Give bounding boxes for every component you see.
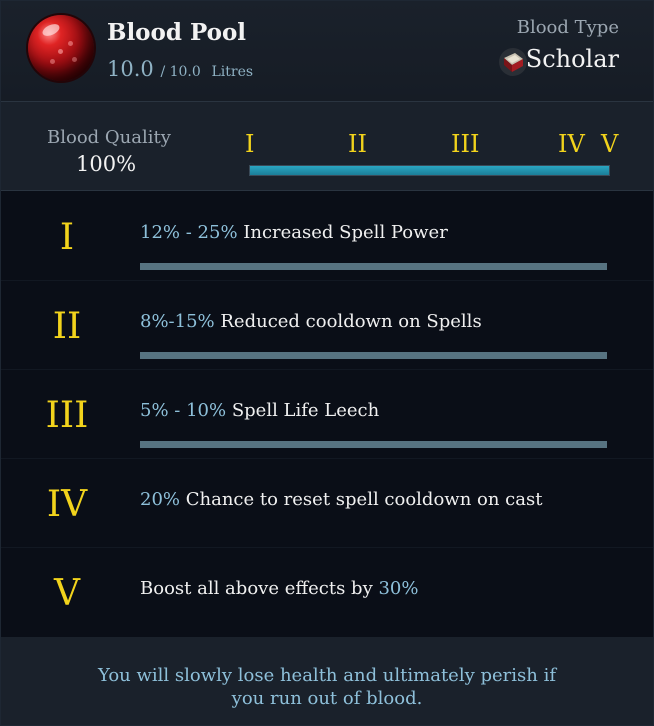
- warning-line-2: you run out of blood.: [231, 688, 423, 709]
- tier-numeral: II: [52, 306, 82, 347]
- warning-line-1: You will slowly lose health and ultimate…: [98, 665, 556, 686]
- blood-warning-text: You will slowly lose health and ultimate…: [1, 664, 653, 710]
- tier-list: I 12% - 25% Increased Spell Power II 8%-…: [1, 191, 653, 637]
- tier-effect-label: Chance to reset spell cooldown on cast: [180, 489, 543, 510]
- blood-type-value: Scholar: [525, 45, 619, 73]
- pool-max: / 10.0: [160, 64, 201, 80]
- pool-unit: Litres: [211, 64, 254, 80]
- tier-progress-bar: [140, 263, 607, 270]
- blood-quality-fill: [250, 166, 609, 175]
- blood-orb-icon: [28, 15, 94, 81]
- book-icon: [499, 48, 527, 76]
- quality-marker-iii: III: [451, 130, 480, 158]
- tier-effect-label: Boost all above effects by: [140, 578, 379, 599]
- blood-quality-section: Blood Quality 100% I II III IV V: [1, 102, 653, 191]
- blood-warning-footer: You will slowly lose health and ultimate…: [1, 637, 653, 725]
- quality-marker-ii: II: [348, 130, 367, 158]
- pool-current: 10.0: [107, 57, 154, 81]
- tier-progress-bar: [140, 352, 607, 359]
- tier-row-ii: II 8%-15% Reduced cooldown on Spells: [1, 280, 653, 370]
- blood-type-label: Blood Type: [516, 17, 619, 38]
- tier-numeral: IV: [46, 484, 88, 525]
- tier-numeral: I: [59, 217, 75, 258]
- quality-marker-v: V: [601, 130, 619, 158]
- blood-quality-bar: [249, 165, 610, 176]
- tier-effect-value: 12% - 25%: [140, 222, 238, 243]
- quality-marker-iv: IV: [558, 130, 585, 158]
- tier-effect: Boost all above effects by 30%: [140, 578, 419, 599]
- blood-pool-panel: Blood Pool 10.0 / 10.0 Litres Blood Type…: [0, 0, 654, 726]
- pool-title: Blood Pool: [107, 19, 247, 46]
- tier-effect-label: Increased Spell Power: [237, 222, 448, 243]
- tier-effect-value: 8%-15%: [140, 311, 215, 332]
- tier-effect-value: 30%: [378, 578, 419, 599]
- tier-numeral: III: [45, 395, 89, 436]
- tier-effect-value: 20%: [140, 489, 181, 510]
- blood-quality-value: 100%: [76, 152, 137, 176]
- pool-amount: 10.0 / 10.0 Litres: [107, 57, 253, 81]
- tier-effect: 8%-15% Reduced cooldown on Spells: [140, 311, 482, 332]
- tier-row-iii: III 5% - 10% Spell Life Leech: [1, 369, 653, 459]
- tier-row-i: I 12% - 25% Increased Spell Power: [1, 191, 653, 281]
- blood-pool-header: Blood Pool 10.0 / 10.0 Litres Blood Type…: [1, 1, 653, 102]
- tier-effect: 12% - 25% Increased Spell Power: [140, 222, 448, 243]
- tier-numeral: V: [54, 573, 80, 614]
- tier-row-v: V Boost all above effects by 30%: [1, 547, 653, 636]
- tier-effect: 20% Chance to reset spell cooldown on ca…: [140, 489, 542, 510]
- tier-effect: 5% - 10% Spell Life Leech: [140, 400, 379, 421]
- tier-effect-label: Spell Life Leech: [226, 400, 380, 421]
- tier-effect-value: 5% - 10%: [140, 400, 227, 421]
- tier-row-iv: IV 20% Chance to reset spell cooldown on…: [1, 458, 653, 548]
- tier-effect-label: Reduced cooldown on Spells: [214, 311, 482, 332]
- tier-progress-bar: [140, 441, 607, 448]
- quality-marker-i: I: [245, 130, 255, 158]
- blood-quality-label: Blood Quality: [47, 127, 171, 148]
